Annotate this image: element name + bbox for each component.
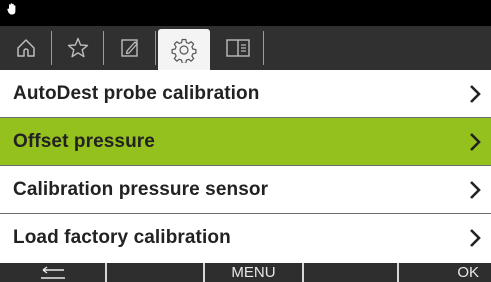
chevron-right-icon xyxy=(470,229,481,247)
edit-icon xyxy=(121,39,138,57)
status-bar xyxy=(0,0,491,26)
chevron-right-icon xyxy=(470,85,481,103)
tab-favorites[interactable] xyxy=(52,29,104,67)
back-softkey[interactable] xyxy=(0,263,105,282)
tab-manual[interactable] xyxy=(212,29,264,67)
menu-item-label: Offset pressure xyxy=(13,131,155,152)
menu-item-autodest-probe-calibration[interactable]: AutoDest probe calibration xyxy=(0,70,491,118)
hand-icon xyxy=(7,3,16,15)
star-icon xyxy=(67,37,89,58)
softkey-4[interactable] xyxy=(304,263,397,282)
back-arrow-icon xyxy=(40,266,65,279)
menu-item-load-factory-calibration[interactable]: Load factory calibration xyxy=(0,214,491,263)
menu-item-offset-pressure[interactable]: Offset pressure xyxy=(0,118,491,166)
menu-item-label: Calibration pressure sensor xyxy=(13,179,269,200)
menu-softkey[interactable]: MENU xyxy=(205,263,302,282)
book-icon xyxy=(226,39,250,57)
menu-item-label: Load factory calibration xyxy=(13,227,231,248)
tab-settings[interactable] xyxy=(158,29,210,70)
gear-icon xyxy=(171,38,197,63)
tab-bar xyxy=(0,26,491,70)
softkey-2[interactable] xyxy=(107,263,203,282)
ok-softkey[interactable]: OK xyxy=(399,263,491,282)
softkey-bar: MENU OK xyxy=(0,263,491,282)
calibration-menu: AutoDest probe calibration Offset pressu… xyxy=(0,70,491,263)
tab-home[interactable] xyxy=(0,29,52,67)
menu-item-label: AutoDest probe calibration xyxy=(13,83,260,104)
chevron-right-icon xyxy=(470,181,481,199)
tab-edit[interactable] xyxy=(104,29,156,67)
menu-item-calibration-pressure-sensor[interactable]: Calibration pressure sensor xyxy=(0,166,491,214)
home-icon xyxy=(17,39,35,57)
chevron-right-icon xyxy=(470,133,481,151)
